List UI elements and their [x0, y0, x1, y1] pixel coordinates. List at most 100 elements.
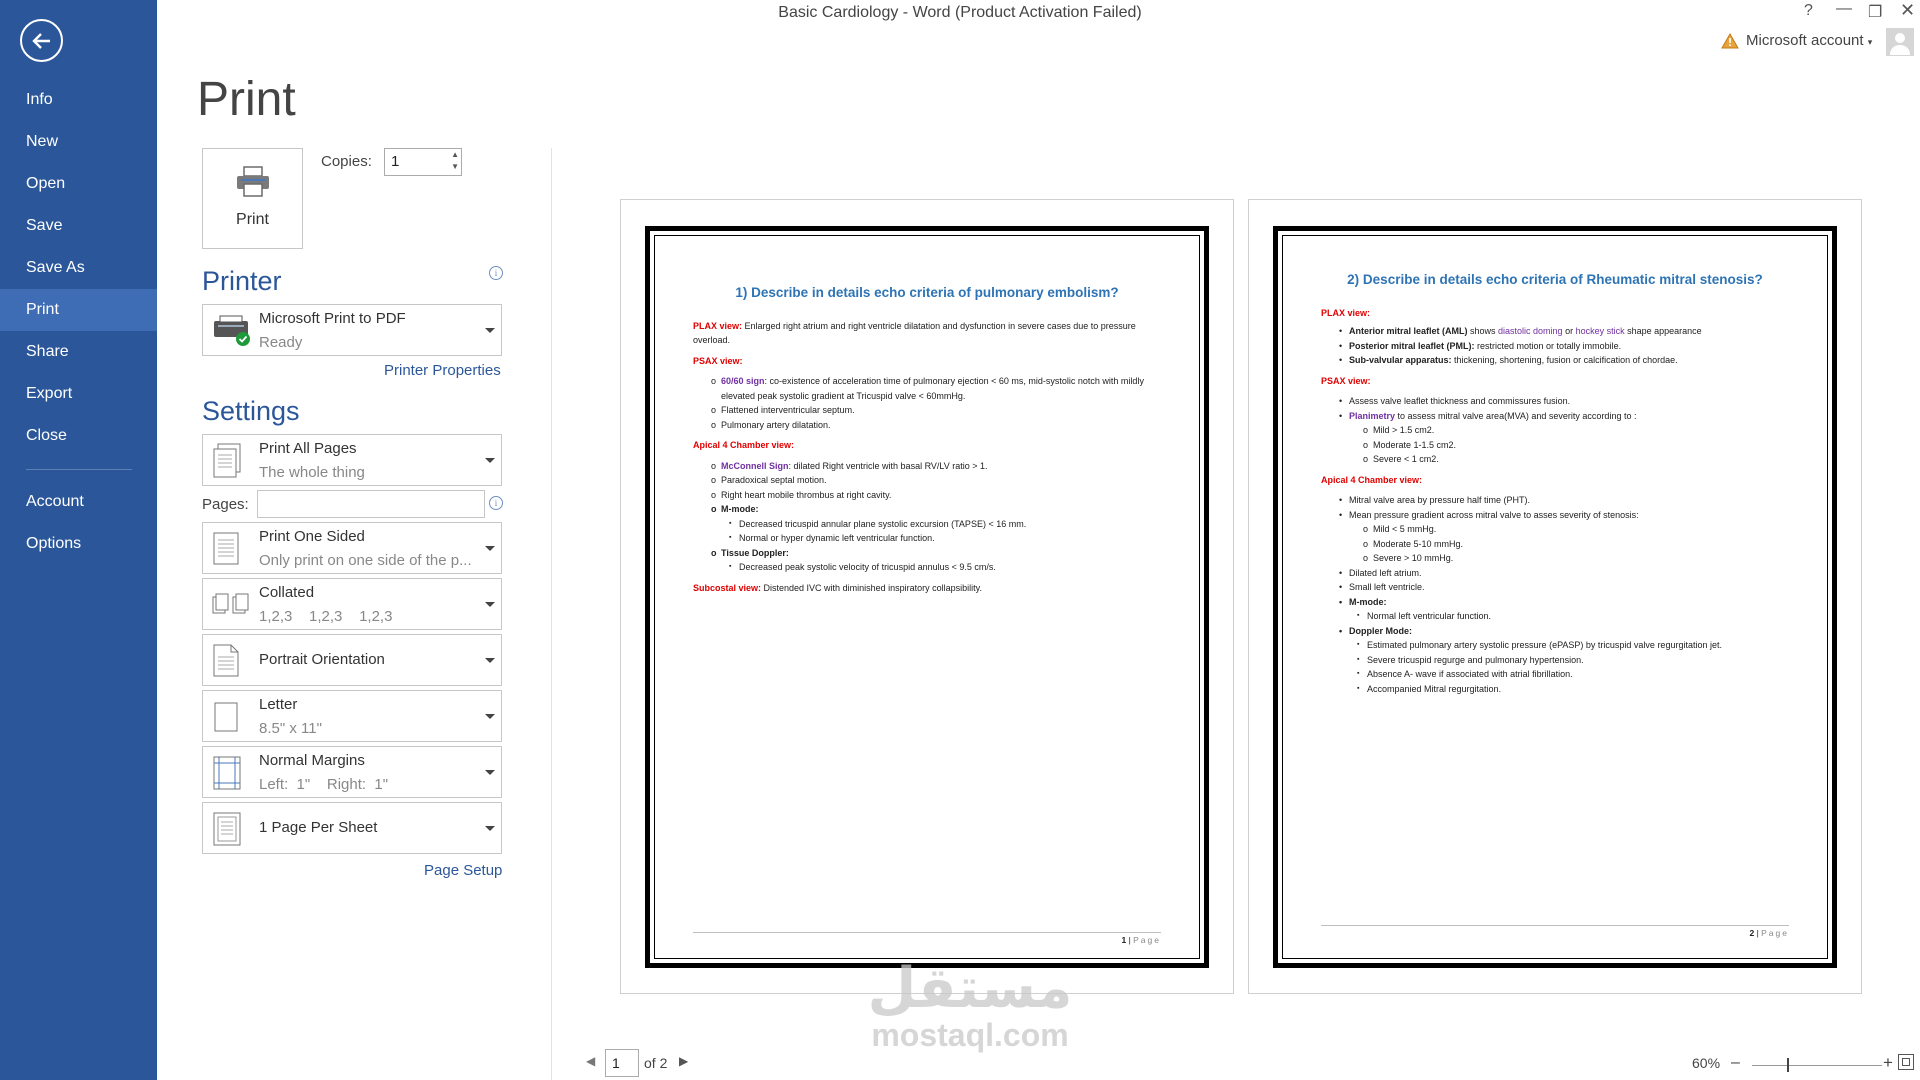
nav-info[interactable]: Info: [0, 79, 157, 121]
page-1-content: 1) Describe in details echo criteria of …: [693, 285, 1161, 595]
pages-range-select[interactable]: Print All Pages The whole thing: [202, 434, 502, 486]
list-item: Pulmonary artery dilatation.: [693, 418, 1161, 433]
chevron-down-icon: [485, 328, 495, 333]
setting-sub: Left: 1" Right: 1": [259, 776, 389, 793]
info-icon[interactable]: i: [489, 266, 503, 280]
watermark-logo: مستقل mostaql.com: [867, 956, 1073, 1053]
nav-print[interactable]: Print: [0, 289, 157, 331]
copies-value: 1: [391, 153, 400, 170]
nav-open[interactable]: Open: [0, 163, 157, 205]
list-item: Flattened interventricular septum.: [693, 403, 1161, 418]
back-arrow-icon[interactable]: [20, 19, 63, 62]
zoom-in-icon[interactable]: +: [1883, 1053, 1893, 1073]
list-item: Sub-valvular apparatus: thickening, shor…: [1321, 353, 1789, 368]
orientation-select[interactable]: Portrait Orientation: [202, 634, 502, 686]
print-button[interactable]: Print: [202, 148, 303, 249]
printer-name: Microsoft Print to PDF: [259, 310, 406, 327]
question-heading: 2) Describe in details echo criteria of …: [1347, 272, 1763, 287]
list-item: Assess valve leaflet thickness and commi…: [1321, 394, 1789, 409]
paper-size-select[interactable]: Letter 8.5" x 11": [202, 690, 502, 742]
section-label: PSAX view:: [1321, 375, 1371, 386]
section-label: PSAX view:: [693, 355, 743, 366]
spin-up-icon[interactable]: ▲: [451, 150, 459, 159]
avatar-icon[interactable]: [1886, 28, 1914, 56]
list-item: Absence A- wave if associated with atria…: [1321, 667, 1789, 682]
list-item: M-mode:: [693, 502, 1161, 517]
margins-select[interactable]: Normal Margins Left: 1" Right: 1": [202, 746, 502, 798]
setting-title: Portrait Orientation: [259, 651, 385, 668]
setting-sub: The whole thing: [259, 464, 365, 481]
list-item: Decreased tricuspid annular plane systol…: [693, 517, 1161, 532]
list-item: Paradoxical septal motion.: [693, 473, 1161, 488]
page-footer: 2 | Page: [1321, 925, 1789, 938]
page-count-label: of 2: [644, 1055, 668, 1071]
setting-title: Letter: [259, 696, 298, 713]
chevron-down-icon: [485, 714, 495, 719]
pages-input[interactable]: [257, 490, 485, 518]
chevron-down-icon: [485, 602, 495, 607]
setting-title: 1 Page Per Sheet: [259, 819, 378, 836]
minimize-icon[interactable]: —: [1836, 0, 1852, 18]
list-item: Severe > 10 mmHg.: [1321, 551, 1789, 566]
nav-save[interactable]: Save: [0, 205, 157, 247]
zoom-out-icon[interactable]: –: [1731, 1054, 1740, 1072]
help-icon[interactable]: ?: [1804, 2, 1813, 20]
nav-save-as[interactable]: Save As: [0, 247, 157, 289]
printer-properties-link[interactable]: Printer Properties: [384, 362, 501, 379]
chevron-down-icon: [485, 658, 495, 663]
chevron-down-icon: [485, 546, 495, 551]
printer-select[interactable]: Microsoft Print to PDF Ready: [202, 304, 502, 356]
nav-options[interactable]: Options: [0, 523, 157, 565]
setting-title: Normal Margins: [259, 752, 365, 769]
close-icon[interactable]: ✕: [1900, 0, 1915, 21]
pane-divider: [551, 148, 552, 1080]
pages-icon: [213, 443, 241, 478]
nav-new[interactable]: New: [0, 121, 157, 163]
copies-input[interactable]: 1 ▲ ▼: [384, 148, 462, 176]
pages-per-sheet-select[interactable]: 1 Page Per Sheet: [202, 802, 502, 854]
list-item: Severe tricuspid regurge and pulmonary h…: [1321, 653, 1789, 668]
setting-sub: 1,2,3 1,2,3 1,2,3: [259, 608, 393, 625]
list-item: Anterior mitral leaflet (AML) shows dias…: [1321, 324, 1789, 339]
section-label: Apical 4 Chamber view:: [1321, 474, 1423, 485]
page-title: Print: [197, 73, 296, 126]
setting-title: Print All Pages: [259, 440, 357, 457]
page-setup-link[interactable]: Page Setup: [424, 862, 502, 879]
restore-icon[interactable]: ❐: [1868, 2, 1882, 22]
next-page-icon[interactable]: ▶: [679, 1054, 688, 1068]
zoom-slider[interactable]: [1752, 1065, 1882, 1066]
list-item: Doppler Mode:: [1321, 624, 1789, 639]
zoom-slider-thumb[interactable]: [1787, 1058, 1789, 1072]
zoom-level[interactable]: 60%: [1692, 1055, 1720, 1071]
list-item: Mean pressure gradient across mitral val…: [1321, 508, 1789, 523]
page-footer: 1 | Page: [693, 932, 1161, 945]
zoom-to-page-icon[interactable]: [1898, 1054, 1914, 1070]
nav-share[interactable]: Share: [0, 331, 157, 373]
nav-close[interactable]: Close: [0, 415, 157, 457]
previous-page-icon[interactable]: ◀: [586, 1054, 595, 1068]
spin-down-icon[interactable]: ▼: [451, 162, 459, 171]
nav-divider: [26, 469, 132, 470]
list-item: 60/60 sign: co-existence of acceleration…: [693, 374, 1161, 403]
collated-icon: [212, 593, 249, 614]
list-item: Normal or hyper dynamic left ventricular…: [693, 531, 1161, 546]
nav-account[interactable]: Account: [0, 481, 157, 523]
chevron-down-icon: [485, 770, 495, 775]
list-item: M-mode:: [1321, 595, 1789, 610]
collation-select[interactable]: Collated 1,2,3 1,2,3 1,2,3: [202, 578, 502, 630]
list-item: Accompanied Mitral regurgitation.: [1321, 682, 1789, 697]
account-menu[interactable]: Microsoft account ▾: [1746, 32, 1872, 49]
info-icon[interactable]: i: [489, 496, 503, 510]
chevron-down-icon: [485, 826, 495, 831]
margins-icon: [213, 756, 241, 790]
setting-sub: 8.5" x 11": [259, 720, 322, 737]
pages-per-sheet-icon: [213, 812, 241, 846]
sides-select[interactable]: Print One Sided Only print on one side o…: [202, 522, 502, 574]
nav-export[interactable]: Export: [0, 373, 157, 415]
warning-icon: [1721, 32, 1739, 54]
list-item: Mitral valve area by pressure half time …: [1321, 493, 1789, 508]
paragraph: PLAX view: Enlarged right atrium and rig…: [693, 320, 1136, 346]
copies-label: Copies:: [321, 153, 372, 170]
backstage-nav: Info New Open Save Save As Print Share E…: [0, 0, 157, 1080]
page-number-input[interactable]: 1: [605, 1049, 639, 1077]
